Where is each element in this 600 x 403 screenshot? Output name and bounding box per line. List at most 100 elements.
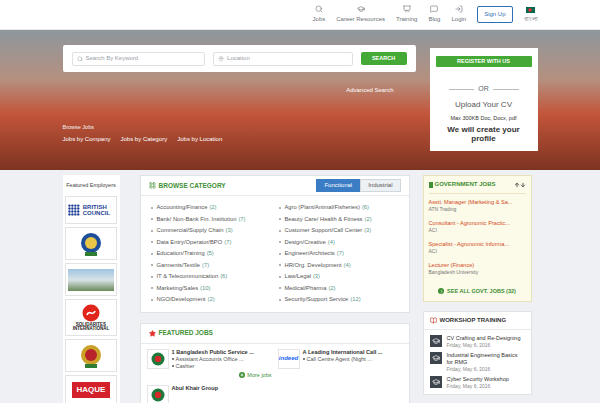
browse-link[interactable]: Jobs by Company bbox=[63, 135, 111, 144]
category-item[interactable]: Commercial/Supply Chain(3) bbox=[151, 225, 271, 237]
arrow-up-icon[interactable] bbox=[514, 182, 520, 188]
location-input[interactable]: Location bbox=[213, 52, 353, 66]
featured-employers-title: Featured Employers bbox=[66, 181, 116, 189]
browse-link[interactable]: Jobs by Location bbox=[177, 135, 222, 144]
category-item[interactable]: Accounting/Finance(2) bbox=[151, 202, 271, 214]
bangladesh-flag-icon bbox=[526, 7, 535, 13]
logo-text: BRITISH COUNCIL bbox=[83, 204, 114, 217]
workshop-title: WORKSHOP TRAINING bbox=[440, 316, 507, 325]
employer-logo[interactable] bbox=[65, 227, 117, 260]
featured-jobs-card: FEATURED JOBS 1 Bangladesh Public Service… bbox=[140, 323, 410, 403]
plus-circle-icon bbox=[239, 372, 245, 378]
featured-jobs-title: FEATURED JOBS bbox=[159, 328, 213, 338]
page: Jobs Career Resources Training Blog Login Sig… bbox=[0, 0, 600, 403]
workshop-item[interactable]: Industrial Engineering Basics for RMGFri… bbox=[430, 352, 525, 372]
category-item[interactable]: Security/Support Service(12) bbox=[279, 294, 399, 306]
category-item[interactable]: IT & Telecommunication(6) bbox=[151, 271, 271, 283]
category-item[interactable]: NGO/Development(2) bbox=[151, 294, 271, 306]
company-name[interactable]: Abul Khair Group bbox=[172, 385, 272, 392]
register-card: REGISTER WITH USORUpload Your CVMax 300K… bbox=[430, 48, 538, 151]
search-area: Search By Keyword Location SEARCH Advanced … bbox=[63, 30, 416, 170]
signup-button[interactable]: Sign Up bbox=[477, 6, 512, 23]
crest-icon bbox=[79, 231, 103, 257]
right-column: GOVERNMENT JOBS Asstt. Manager (Marketing… bbox=[423, 175, 532, 395]
category-item[interactable]: Customer Support/Call Center(3) bbox=[279, 225, 399, 237]
employer-logo[interactable] bbox=[65, 339, 117, 372]
grid-icon bbox=[149, 182, 156, 189]
more-jobs-link[interactable]: More jobs bbox=[239, 371, 271, 379]
toggle-button[interactable]: Functional bbox=[316, 179, 360, 192]
upload-cv-link[interactable]: Upload Your CV bbox=[455, 99, 512, 111]
middle-column: BROWSE CATEGORYFunctionalIndustrialAccou… bbox=[140, 175, 410, 403]
category-item[interactable]: Law/Legal(3) bbox=[279, 271, 399, 283]
crest-icon bbox=[79, 343, 103, 369]
upload-limit: Max 300KB Doc, Docx, pdf bbox=[450, 114, 516, 122]
nav-item[interactable]: Blog bbox=[428, 5, 440, 24]
nav-icon bbox=[315, 5, 323, 13]
company-name[interactable]: A Leading International Call ... bbox=[303, 349, 403, 356]
arrow-down-icon[interactable] bbox=[520, 182, 526, 188]
browse-links: Jobs by Company Jobs by Category Jobs by L… bbox=[63, 135, 416, 144]
browse-category-card: BROWSE CATEGORYFunctionalIndustrialAccou… bbox=[140, 175, 410, 313]
british-council-logo[interactable]: BRITISH COUNCIL bbox=[65, 196, 117, 224]
advanced-search-link[interactable]: Advanced Search bbox=[346, 86, 393, 95]
category-item[interactable]: Marketing/Sales(10) bbox=[151, 283, 271, 295]
job-title[interactable]: Cashier bbox=[172, 363, 272, 370]
solidarites-icon bbox=[82, 304, 100, 322]
government-job[interactable]: Asstt. Manager (Marketing & Sa...ATN Tra… bbox=[429, 199, 526, 212]
workshop-item[interactable]: CV Crafting and Re-DesigningFriday, May … bbox=[430, 335, 525, 348]
indeed-logo[interactable]: indeed bbox=[278, 349, 300, 369]
government-job[interactable]: Lecturer (Finance)Bangladesh University bbox=[429, 262, 526, 275]
government-jobs-title: GOVERNMENT JOBS bbox=[435, 180, 496, 189]
nav-item[interactable]: Career Resources bbox=[336, 5, 385, 24]
category-item[interactable]: Beauty Care/ Health & Fitness(2) bbox=[279, 214, 399, 226]
top-nav: Jobs Career Resources Training Blog Login Sig… bbox=[0, 0, 600, 30]
nav-item[interactable]: Training bbox=[396, 5, 417, 24]
toggle-button[interactable]: Industrial bbox=[360, 179, 400, 192]
category-item[interactable]: Education/Training(5) bbox=[151, 248, 271, 260]
nav-icon bbox=[403, 5, 411, 13]
company-logo[interactable] bbox=[147, 385, 169, 403]
featured-job[interactable]: indeedA Leading International Call ...Ca… bbox=[278, 349, 403, 379]
see-all-govt-jobs[interactable]: SEE ALL GOVT. JOBS (32) bbox=[429, 287, 526, 295]
category-column: Agro (Plant/Animal/Fisheries)(6)Beauty C… bbox=[279, 202, 399, 306]
logo-text: SOLIDARITES INTERNATIONAL bbox=[68, 323, 114, 332]
language-switch[interactable]: বাংলা bbox=[524, 7, 538, 23]
category-item[interactable]: Agro (Plant/Animal/Fisheries)(6) bbox=[279, 202, 399, 214]
haque-logo[interactable]: HAQUE bbox=[65, 375, 117, 403]
logo-text: HAQUE bbox=[72, 382, 111, 398]
category-item[interactable]: HR/Org. Development(4) bbox=[279, 260, 399, 272]
government-job[interactable]: Specialist - Agronomic Informa...ACI bbox=[429, 241, 526, 254]
category-item[interactable]: Engineer/Architects(7) bbox=[279, 248, 399, 260]
book-icon bbox=[430, 317, 437, 324]
category-item[interactable]: Data Entry/Operator/BPO(7) bbox=[151, 237, 271, 249]
category-item[interactable]: Medical/Pharma(2) bbox=[279, 283, 399, 295]
search-button[interactable]: SEARCH bbox=[361, 52, 407, 65]
category-item[interactable]: Bank/ Non-Bank Fin. Institution(7) bbox=[151, 214, 271, 226]
employer-logo[interactable] bbox=[65, 263, 117, 296]
job-title[interactable]: Assistant Accounts Office ... bbox=[172, 356, 272, 363]
search-bar: Search By Keyword Location SEARCH bbox=[63, 45, 416, 72]
nav-icon bbox=[430, 5, 438, 13]
featured-job[interactable]: Abul Khair Group bbox=[147, 385, 272, 403]
nav-icon bbox=[455, 5, 463, 13]
nav-item[interactable]: Login bbox=[451, 5, 466, 24]
company-name[interactable]: 1 Bangladesh Public Service ... bbox=[172, 349, 272, 356]
government-job[interactable]: Consultant - Agronomic Practic...ACI bbox=[429, 220, 526, 233]
featured-job[interactable]: 1 Bangladesh Public Service ...Assistant… bbox=[147, 349, 272, 379]
category-item[interactable]: Design/Creative(4) bbox=[279, 237, 399, 249]
star-icon bbox=[149, 330, 156, 337]
keyword-input[interactable]: Search By Keyword bbox=[72, 52, 206, 66]
graduation-cap-icon bbox=[432, 337, 440, 345]
browse-label: Browse Jobs bbox=[63, 123, 416, 131]
category-item[interactable]: Garments/Textile(7) bbox=[151, 260, 271, 272]
job-title[interactable]: Call Centre Agent (Night ... bbox=[303, 356, 403, 363]
solidarites-logo[interactable]: SOLIDARITES INTERNATIONAL bbox=[65, 299, 117, 336]
register-note: We will create your profile bbox=[442, 125, 526, 143]
featured-employers: Featured Employers BRITISH COUNCIL SOLIDAR… bbox=[63, 175, 120, 403]
register-button[interactable]: REGISTER WITH US bbox=[436, 56, 532, 67]
browse-link[interactable]: Jobs by Category bbox=[121, 135, 168, 144]
company-logo[interactable] bbox=[147, 349, 169, 369]
nav-item[interactable]: Jobs bbox=[313, 5, 326, 24]
workshop-item[interactable]: Cyber Security WorkshopFriday, May 6, 20… bbox=[430, 376, 525, 389]
